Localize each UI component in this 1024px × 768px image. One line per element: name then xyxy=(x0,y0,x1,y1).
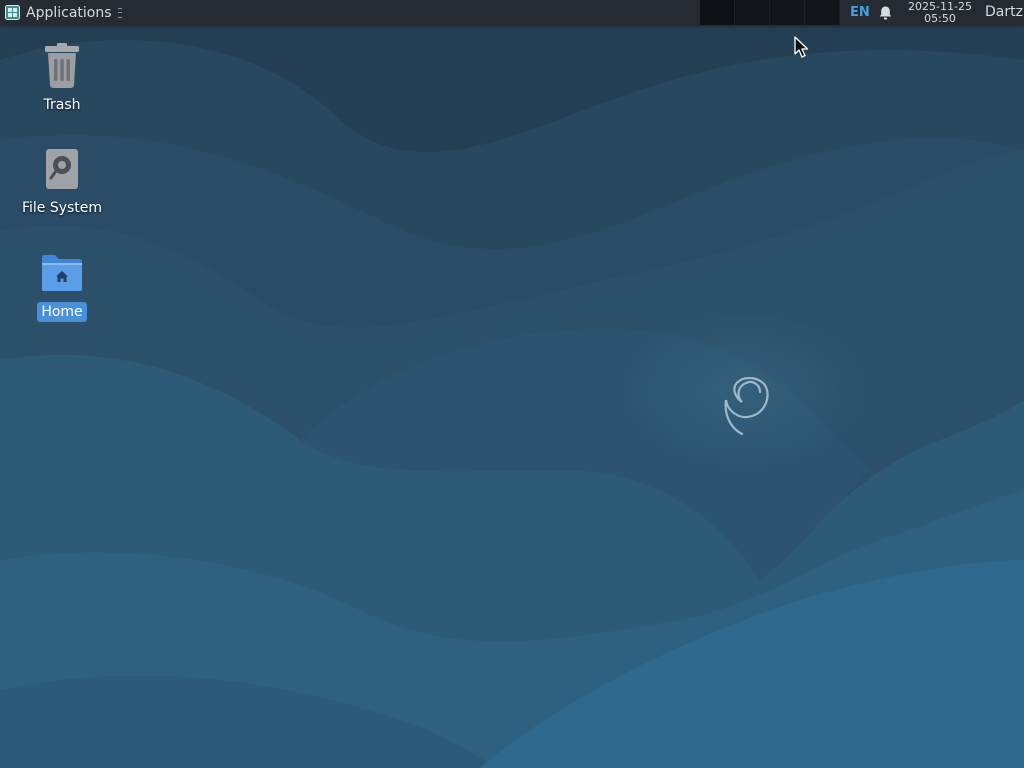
applications-menu-button[interactable]: Applications xyxy=(0,0,128,25)
panel-clock[interactable]: 2025-11-25 05:50 xyxy=(902,1,978,24)
notification-bell-icon[interactable] xyxy=(877,5,894,21)
workspace-3[interactable] xyxy=(770,0,805,25)
top-panel: Applications EN 2025-11-25 05:50 Dartz xyxy=(0,0,1024,25)
desktop-icon-trash[interactable]: Trash xyxy=(7,42,117,114)
clock-date: 2025-11-25 xyxy=(908,0,972,13)
drive-icon xyxy=(46,149,78,189)
home-folder-icon xyxy=(42,255,82,291)
trash-icon xyxy=(45,43,79,88)
desktop-icon-label: Home xyxy=(37,302,87,322)
workspace-switcher xyxy=(700,0,840,25)
applications-menu-icon xyxy=(5,5,20,20)
desktop-icon-label: Trash xyxy=(43,97,81,113)
desktop-icon-home[interactable]: Home xyxy=(7,248,117,322)
workspace-4[interactable] xyxy=(805,0,840,25)
applications-label: Applications xyxy=(26,4,112,21)
panel-handle-icon xyxy=(117,7,122,18)
clock-time: 05:50 xyxy=(924,11,956,25)
user-menu[interactable]: Dartz xyxy=(985,0,1023,25)
workspace-1[interactable] xyxy=(700,0,735,25)
workspace-2[interactable] xyxy=(735,0,770,25)
desktop-icon-label: File System xyxy=(21,200,103,216)
keyboard-layout-indicator[interactable]: EN xyxy=(850,0,870,25)
desktop-wallpaper xyxy=(0,0,1024,768)
mouse-pointer-icon xyxy=(794,36,809,58)
desktop-icon-file-system[interactable]: File System xyxy=(7,145,117,217)
